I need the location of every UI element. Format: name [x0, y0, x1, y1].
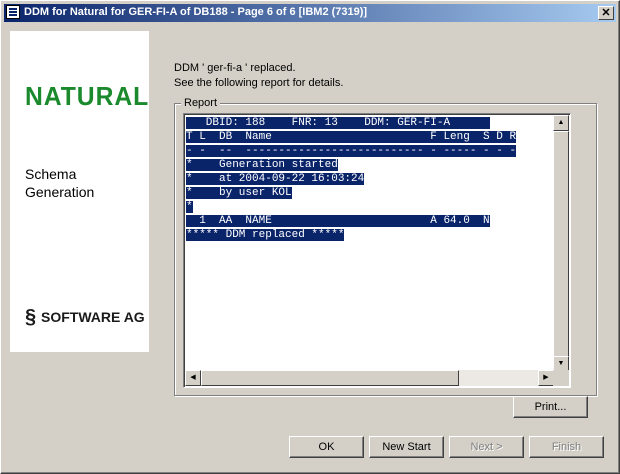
ok-button-label: OK [318, 441, 335, 453]
print-button-label: Print... [534, 401, 567, 413]
report-content[interactable]: DBID: 188 FNR: 13 DDM: GER-FI-A T L DB N… [186, 116, 556, 372]
wizard-window: DDM for Natural for GER-FI-A of DB188 - … [0, 0, 620, 474]
window-title: DDM for Natural for GER-FI-A of DB188 - … [24, 6, 368, 18]
scroll-up-icon[interactable]: ▲ [553, 115, 569, 131]
natural-logo: NATURAL [25, 81, 150, 111]
new-start-button-label: New Start [382, 441, 431, 453]
status-message: DDM ' ger-fi-a ' replaced. [174, 62, 296, 74]
software-ag-text: SOFTWARE AG [41, 309, 145, 325]
report-line: DBID: 188 FNR: 13 DDM: GER-FI-A [186, 117, 490, 129]
report-label: Report [181, 97, 221, 109]
software-ag-logo: § SOFTWARE AG [25, 307, 145, 327]
vertical-scroll-thumb[interactable] [553, 131, 569, 359]
report-line: T L DB Name F Leng S D R [186, 131, 517, 143]
horizontal-scrollbar[interactable]: ◀ ▶ [185, 370, 554, 386]
print-button[interactable]: Print... [513, 396, 588, 418]
title-bar[interactable]: DDM for Natural for GER-FI-A of DB188 - … [4, 4, 616, 22]
vertical-scrollbar[interactable]: ▲ ▼ [553, 115, 569, 372]
scroll-right-icon[interactable]: ▶ [538, 370, 554, 386]
report-line: * by user KOL [186, 187, 292, 199]
finish-button-label: Finish [551, 441, 582, 453]
close-button[interactable]: ✕ [598, 6, 614, 20]
report-line: * Generation started [186, 159, 338, 171]
next-button[interactable]: Next > [449, 436, 524, 458]
report-line: ***** DDM replaced ***** [186, 229, 345, 241]
next-button-label: Next > [470, 441, 503, 453]
details-hint: See the following report for details. [174, 77, 344, 89]
scrollbar-corner [553, 370, 569, 386]
horizontal-scroll-thumb[interactable] [201, 370, 459, 386]
ok-button[interactable]: OK [289, 436, 364, 458]
report-line: - - -- --------------------------- - ---… [186, 145, 517, 157]
report-line: 1 AA NAME A 64.0 N [186, 215, 490, 227]
finish-button[interactable]: Finish [529, 436, 604, 458]
branding-panel: NATURAL Schema Generation § SOFTWARE AG [10, 31, 149, 352]
scroll-left-icon[interactable]: ◀ [185, 370, 201, 386]
report-line: * [186, 201, 193, 213]
software-ag-s-icon: § [25, 306, 37, 328]
report-textarea[interactable]: DBID: 188 FNR: 13 DDM: GER-FI-A T L DB N… [183, 113, 571, 388]
generation-label: Generation [25, 184, 95, 200]
report-line: * at 2004-09-22 16:03:24 [186, 173, 365, 185]
schema-label: Schema [25, 166, 77, 182]
new-start-button[interactable]: New Start [369, 436, 444, 458]
schema-generation-label: Schema Generation [25, 165, 94, 201]
app-icon [6, 5, 20, 19]
